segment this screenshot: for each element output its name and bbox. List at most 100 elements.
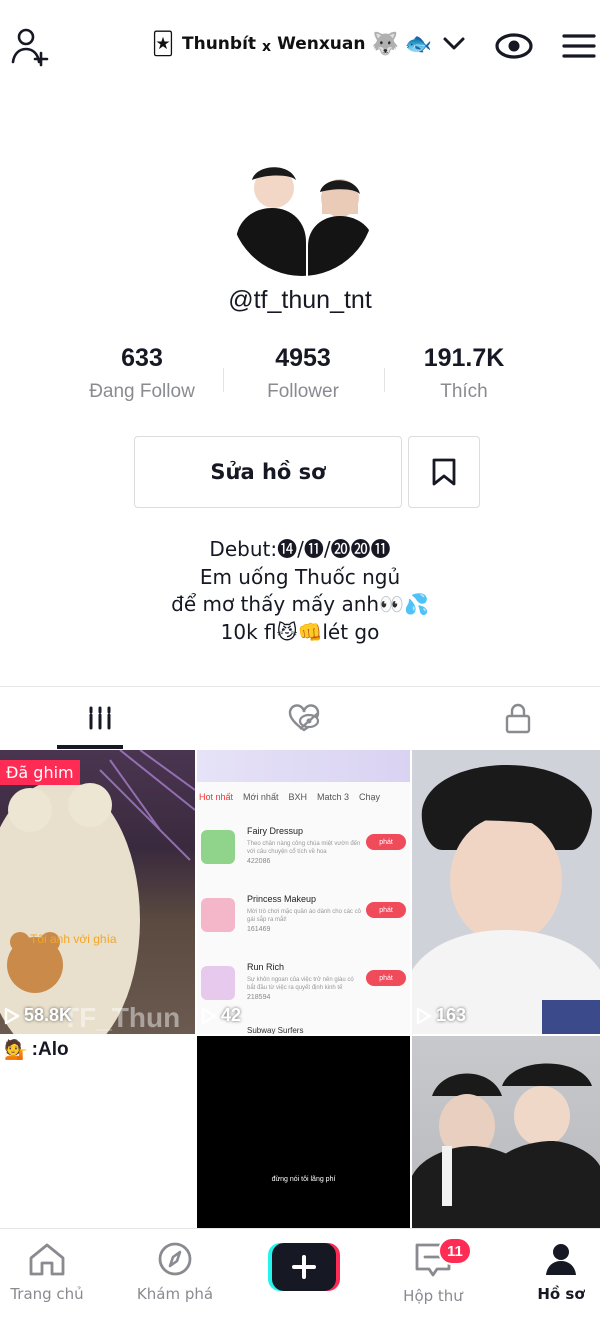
create-button[interactable] bbox=[268, 1243, 340, 1291]
avatar-person-2 bbox=[308, 179, 374, 276]
game-count: 161469 bbox=[247, 926, 271, 933]
thumbnail-tab-label: Match 3 bbox=[316, 792, 349, 802]
account-switcher[interactable]: 🃏 Thunbít x Wenxuan 🐺 🐟 bbox=[150, 26, 466, 62]
thumbnail-tab-label: Chạy bbox=[358, 792, 380, 802]
game-name: Run Rich bbox=[247, 962, 285, 972]
bio-line: để mơ thấy mấy anh👀💦 bbox=[171, 592, 429, 616]
profile-tabs bbox=[0, 687, 600, 749]
likes-count: 191.7K bbox=[423, 344, 505, 372]
bookmark-icon bbox=[432, 458, 456, 486]
game-count: 218594 bbox=[247, 994, 271, 1001]
profile-bio: Debut:⓮/⓫/⓴⓴⓫ Em uống Thuốc ngủ để mơ th… bbox=[0, 536, 600, 646]
video-thumbnail[interactable] bbox=[412, 1036, 600, 1228]
game-desc: Sự khôn ngoan của việc trở nên giàu có b… bbox=[247, 977, 354, 991]
video-thumbnail[interactable]: Đã ghim Tôi anh với ghía TF_Thun 58.8K bbox=[0, 750, 195, 1034]
game-play-label: phát bbox=[366, 834, 406, 850]
play-icon bbox=[201, 1007, 217, 1024]
game-count: 422086 bbox=[247, 858, 271, 865]
followers-count: 4953 bbox=[275, 344, 331, 372]
avatar[interactable] bbox=[230, 132, 374, 276]
thumbnail-game-item: Princess Makeup Mời trò chơi mặc quần áo… bbox=[197, 892, 410, 954]
add-friend-icon[interactable] bbox=[8, 24, 52, 68]
tab-private[interactable] bbox=[418, 687, 600, 749]
compass-icon bbox=[158, 1242, 192, 1276]
thumbnail-tabs: Hot nhất Mới nhất BXH Match 3 Chạy bbox=[197, 792, 410, 802]
bottom-navigation: Trang chủ Khám phá Hộp thư 11 Hồ sơ bbox=[0, 1228, 600, 1340]
edit-profile-button[interactable]: Sửa hồ sơ bbox=[134, 436, 402, 508]
view-count: 58.8K bbox=[4, 1005, 72, 1026]
following-stat[interactable]: 633 Đang Follow bbox=[62, 344, 222, 403]
caption-emoji: 💁 bbox=[4, 1040, 28, 1061]
account-name-part-1: Thunbít bbox=[182, 34, 257, 54]
profile-icon bbox=[546, 1244, 576, 1275]
video-subtitle: đừng nói tôi lãng phí bbox=[271, 1176, 336, 1183]
nav-profile[interactable]: Hồ sơ bbox=[506, 1241, 600, 1303]
view-count-value: 58.8K bbox=[24, 1005, 73, 1025]
lock-icon bbox=[505, 703, 531, 734]
tab-videos[interactable] bbox=[0, 687, 200, 749]
chevron-down-icon bbox=[443, 37, 465, 50]
bio-line: Em uống Thuốc ngủ bbox=[199, 564, 401, 589]
likes-stat[interactable]: 191.7K Thích bbox=[384, 344, 544, 403]
view-count-value: 163 bbox=[436, 1005, 467, 1025]
nav-discover[interactable]: Khám phá bbox=[120, 1241, 230, 1303]
followers-label: Follower bbox=[267, 381, 339, 402]
game-icon bbox=[201, 830, 235, 864]
thumbnail-image bbox=[412, 1063, 600, 1228]
nav-inbox-label: Hộp thư bbox=[403, 1287, 463, 1305]
video-watermark: TF_Thun bbox=[62, 1002, 181, 1033]
thumbnail-tab-label: BXH bbox=[288, 792, 307, 802]
profile-views-icon[interactable] bbox=[494, 30, 534, 62]
menu-icon[interactable] bbox=[560, 28, 598, 64]
caption-text: :Alo bbox=[31, 1039, 69, 1060]
fish-emoji: 🐟 bbox=[404, 31, 433, 57]
tab-liked[interactable] bbox=[204, 687, 404, 749]
video-thumbnail[interactable]: 💁 :Alo bbox=[0, 1036, 195, 1228]
account-name-part-2: Wenxuan bbox=[277, 34, 366, 54]
inbox-badge: 11 bbox=[438, 1237, 472, 1265]
play-icon bbox=[4, 1007, 20, 1024]
likes-label: Thích bbox=[440, 381, 488, 402]
view-count-value: 42 bbox=[221, 1005, 242, 1025]
game-play-label: phát bbox=[366, 902, 406, 918]
thumbnail-header bbox=[197, 750, 410, 782]
nav-home[interactable]: Trang chủ bbox=[0, 1241, 102, 1303]
video-grid: Đã ghim Tôi anh với ghía TF_Thun 58.8K H… bbox=[0, 750, 600, 1228]
bio-line: 10k fl😼👊lét go bbox=[220, 619, 380, 644]
top-bar: 🃏 Thunbít x Wenxuan 🐺 🐟 bbox=[0, 0, 600, 92]
thumbnail-tab-label: Mới nhất bbox=[243, 792, 279, 802]
plus-icon bbox=[268, 1243, 340, 1291]
video-thumbnail[interactable]: đừng nói tôi lãng phí bbox=[197, 1036, 410, 1228]
active-tab-indicator bbox=[57, 745, 123, 749]
video-overlay-text: Tôi anh với ghía bbox=[30, 932, 117, 946]
favorites-button[interactable] bbox=[408, 436, 480, 508]
video-thumbnail[interactable]: Hot nhất Mới nhất BXH Match 3 Chạy Fairy… bbox=[197, 750, 410, 1034]
profile-stats: 633 Đang Follow 4953 Follower 191.7K Thí… bbox=[0, 344, 600, 414]
thumbnail-image bbox=[0, 750, 195, 1034]
game-footer: Subway Surfers bbox=[247, 1026, 304, 1034]
game-desc: Theo chân nàng công chúa miệt vườn đến v… bbox=[247, 841, 361, 855]
view-count: 42 bbox=[201, 1005, 241, 1026]
game-desc: Mời trò chơi mặc quần áo dành cho các cô… bbox=[247, 909, 361, 923]
game-icon bbox=[201, 966, 235, 1000]
pinned-badge: Đã ghim bbox=[0, 760, 80, 785]
video-caption: 💁 :Alo bbox=[4, 1038, 69, 1062]
thumbnail-tab-label: Hot nhất bbox=[199, 792, 234, 802]
wolf-emoji: 🐺 bbox=[371, 31, 399, 57]
profile-handle: @tf_thun_tnt bbox=[228, 286, 372, 314]
nav-discover-label: Khám phá bbox=[136, 1285, 214, 1303]
nav-profile-label: Hồ sơ bbox=[537, 1285, 585, 1303]
hidden-heart-icon bbox=[288, 704, 320, 732]
thumbnail-image bbox=[412, 750, 600, 1034]
followers-stat[interactable]: 4953 Follower bbox=[223, 344, 383, 403]
video-thumbnail[interactable]: 163 bbox=[412, 750, 600, 1034]
view-count: 163 bbox=[416, 1005, 466, 1026]
avatar-person-1 bbox=[236, 167, 306, 276]
grid-icon bbox=[89, 706, 111, 730]
bio-line: Debut:⓮/⓫/⓴⓴⓫ bbox=[209, 537, 391, 561]
jester-emoji: 🃏 bbox=[151, 31, 175, 57]
game-play-label: phát bbox=[366, 970, 406, 986]
home-icon bbox=[29, 1243, 65, 1276]
game-name: Princess Makeup bbox=[247, 894, 317, 904]
account-name-connector: x bbox=[262, 39, 272, 55]
